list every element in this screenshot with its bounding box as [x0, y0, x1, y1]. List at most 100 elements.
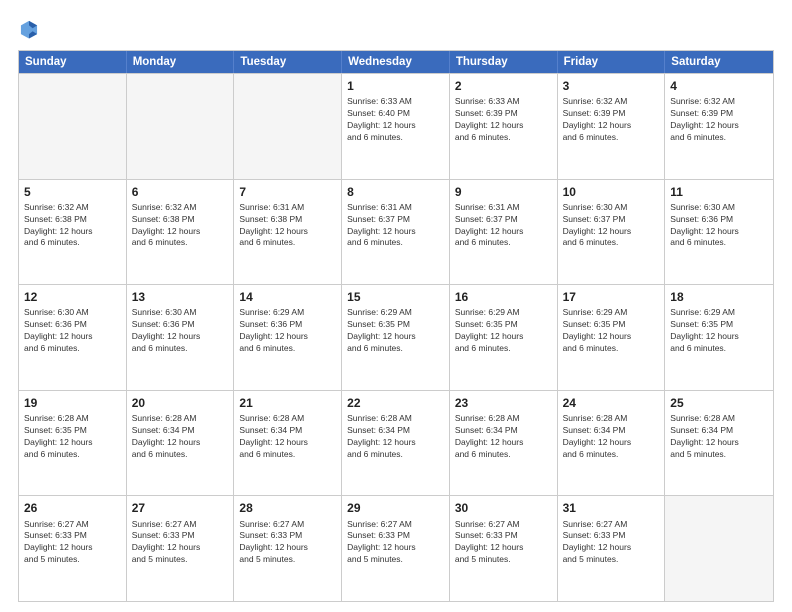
day-info: Sunrise: 6:29 AM Sunset: 6:35 PM Dayligh…: [563, 307, 660, 355]
calendar-week: 5 Sunrise: 6:32 AM Sunset: 6:38 PM Daylig…: [19, 179, 773, 285]
day-cell: 7 Sunrise: 6:31 AM Sunset: 6:38 PM Daylig…: [234, 180, 342, 285]
day-number: 10: [563, 184, 660, 200]
logo-icon: [18, 18, 40, 40]
day-cell: 29 Sunrise: 6:27 AM Sunset: 6:33 PM Dayli…: [342, 496, 450, 601]
day-cell: 1Sunrise: 6:33 AM Sunset: 6:40 PM Daylig…: [342, 74, 450, 179]
day-number: 31: [563, 500, 660, 516]
day-info: Sunrise: 6:31 AM Sunset: 6:37 PM Dayligh…: [455, 202, 552, 250]
day-number: 17: [563, 289, 660, 305]
day-number: 24: [563, 395, 660, 411]
day-cell: 31 Sunrise: 6:27 AM Sunset: 6:33 PM Dayli…: [558, 496, 666, 601]
day-number: 15: [347, 289, 444, 305]
day-cell: 22Sunrise: 6:28 AM Sunset: 6:34 PM Dayli…: [342, 391, 450, 496]
day-info: Sunrise: 6:28 AM Sunset: 6:34 PM Dayligh…: [563, 413, 660, 461]
day-cell: 11 Sunrise: 6:30 AM Sunset: 6:36 PM Dayli…: [665, 180, 773, 285]
day-number: 4: [670, 78, 768, 94]
day-cell: 8Sunrise: 6:31 AM Sunset: 6:37 PM Daylig…: [342, 180, 450, 285]
day-number: 25: [670, 395, 768, 411]
day-cell: 4 Sunrise: 6:32 AM Sunset: 6:39 PM Daylig…: [665, 74, 773, 179]
day-number: 5: [24, 184, 121, 200]
day-cell: 9 Sunrise: 6:31 AM Sunset: 6:37 PM Daylig…: [450, 180, 558, 285]
empty-cell: [234, 74, 342, 179]
day-info: Sunrise: 6:30 AM Sunset: 6:36 PM Dayligh…: [132, 307, 229, 355]
day-cell: 16 Sunrise: 6:29 AM Sunset: 6:35 PM Dayli…: [450, 285, 558, 390]
day-number: 16: [455, 289, 552, 305]
day-number: 3: [563, 78, 660, 94]
day-number: 20: [132, 395, 229, 411]
logo: [18, 18, 44, 40]
day-info: Sunrise: 6:29 AM Sunset: 6:35 PM Dayligh…: [670, 307, 768, 355]
day-info: Sunrise: 6:29 AM Sunset: 6:35 PM Dayligh…: [455, 307, 552, 355]
weekday-header: Wednesday: [342, 51, 450, 73]
day-number: 7: [239, 184, 336, 200]
weekday-header: Saturday: [665, 51, 773, 73]
empty-cell: [19, 74, 127, 179]
day-cell: 28 Sunrise: 6:27 AM Sunset: 6:33 PM Dayli…: [234, 496, 342, 601]
day-number: 29: [347, 500, 444, 516]
day-info: Sunrise: 6:32 AM Sunset: 6:39 PM Dayligh…: [563, 96, 660, 144]
day-info: Sunrise: 6:28 AM Sunset: 6:34 PM Dayligh…: [239, 413, 336, 461]
day-number: 2: [455, 78, 552, 94]
day-info: Sunrise: 6:33 AM Sunset: 6:39 PM Dayligh…: [455, 96, 552, 144]
day-number: 6: [132, 184, 229, 200]
day-info: Sunrise: 6:27 AM Sunset: 6:33 PM Dayligh…: [132, 519, 229, 567]
day-number: 27: [132, 500, 229, 516]
day-cell: 19Sunrise: 6:28 AM Sunset: 6:35 PM Dayli…: [19, 391, 127, 496]
day-number: 23: [455, 395, 552, 411]
day-number: 11: [670, 184, 768, 200]
calendar-week: 26 Sunrise: 6:27 AM Sunset: 6:33 PM Dayli…: [19, 495, 773, 601]
day-info: Sunrise: 6:32 AM Sunset: 6:39 PM Dayligh…: [670, 96, 768, 144]
weekday-header: Friday: [558, 51, 666, 73]
day-cell: 10 Sunrise: 6:30 AM Sunset: 6:37 PM Dayli…: [558, 180, 666, 285]
empty-cell: [127, 74, 235, 179]
calendar-week: 1Sunrise: 6:33 AM Sunset: 6:40 PM Daylig…: [19, 73, 773, 179]
day-number: 9: [455, 184, 552, 200]
day-info: Sunrise: 6:32 AM Sunset: 6:38 PM Dayligh…: [132, 202, 229, 250]
day-info: Sunrise: 6:31 AM Sunset: 6:38 PM Dayligh…: [239, 202, 336, 250]
day-number: 13: [132, 289, 229, 305]
day-number: 28: [239, 500, 336, 516]
day-cell: 13 Sunrise: 6:30 AM Sunset: 6:36 PM Dayli…: [127, 285, 235, 390]
day-number: 1: [347, 78, 444, 94]
day-info: Sunrise: 6:32 AM Sunset: 6:38 PM Dayligh…: [24, 202, 121, 250]
day-info: Sunrise: 6:29 AM Sunset: 6:36 PM Dayligh…: [239, 307, 336, 355]
day-info: Sunrise: 6:30 AM Sunset: 6:37 PM Dayligh…: [563, 202, 660, 250]
page: SundayMondayTuesdayWednesdayThursdayFrid…: [0, 0, 792, 612]
day-number: 26: [24, 500, 121, 516]
day-cell: 15 Sunrise: 6:29 AM Sunset: 6:35 PM Dayli…: [342, 285, 450, 390]
empty-cell: [665, 496, 773, 601]
calendar: SundayMondayTuesdayWednesdayThursdayFrid…: [18, 50, 774, 602]
day-cell: 17 Sunrise: 6:29 AM Sunset: 6:35 PM Dayli…: [558, 285, 666, 390]
day-cell: 30Sunrise: 6:27 AM Sunset: 6:33 PM Dayli…: [450, 496, 558, 601]
day-number: 14: [239, 289, 336, 305]
day-info: Sunrise: 6:28 AM Sunset: 6:34 PM Dayligh…: [347, 413, 444, 461]
day-cell: 26 Sunrise: 6:27 AM Sunset: 6:33 PM Dayli…: [19, 496, 127, 601]
day-info: Sunrise: 6:28 AM Sunset: 6:34 PM Dayligh…: [670, 413, 768, 461]
day-cell: 14 Sunrise: 6:29 AM Sunset: 6:36 PM Dayli…: [234, 285, 342, 390]
day-number: 19: [24, 395, 121, 411]
day-cell: 5 Sunrise: 6:32 AM Sunset: 6:38 PM Daylig…: [19, 180, 127, 285]
day-info: Sunrise: 6:27 AM Sunset: 6:33 PM Dayligh…: [239, 519, 336, 567]
day-number: 18: [670, 289, 768, 305]
day-cell: 6 Sunrise: 6:32 AM Sunset: 6:38 PM Daylig…: [127, 180, 235, 285]
header: [18, 18, 774, 40]
calendar-week: 12Sunrise: 6:30 AM Sunset: 6:36 PM Dayli…: [19, 284, 773, 390]
day-info: Sunrise: 6:27 AM Sunset: 6:33 PM Dayligh…: [347, 519, 444, 567]
day-info: Sunrise: 6:29 AM Sunset: 6:35 PM Dayligh…: [347, 307, 444, 355]
day-cell: 3 Sunrise: 6:32 AM Sunset: 6:39 PM Daylig…: [558, 74, 666, 179]
day-cell: 2 Sunrise: 6:33 AM Sunset: 6:39 PM Daylig…: [450, 74, 558, 179]
day-number: 8: [347, 184, 444, 200]
day-info: Sunrise: 6:28 AM Sunset: 6:34 PM Dayligh…: [455, 413, 552, 461]
day-cell: 18 Sunrise: 6:29 AM Sunset: 6:35 PM Dayli…: [665, 285, 773, 390]
weekday-header: Thursday: [450, 51, 558, 73]
calendar-body: 1Sunrise: 6:33 AM Sunset: 6:40 PM Daylig…: [19, 73, 773, 601]
calendar-week: 19Sunrise: 6:28 AM Sunset: 6:35 PM Dayli…: [19, 390, 773, 496]
day-info: Sunrise: 6:28 AM Sunset: 6:34 PM Dayligh…: [132, 413, 229, 461]
day-info: Sunrise: 6:27 AM Sunset: 6:33 PM Dayligh…: [563, 519, 660, 567]
day-cell: 25 Sunrise: 6:28 AM Sunset: 6:34 PM Dayli…: [665, 391, 773, 496]
weekday-header: Tuesday: [234, 51, 342, 73]
day-cell: 21Sunrise: 6:28 AM Sunset: 6:34 PM Dayli…: [234, 391, 342, 496]
day-info: Sunrise: 6:27 AM Sunset: 6:33 PM Dayligh…: [24, 519, 121, 567]
day-info: Sunrise: 6:30 AM Sunset: 6:36 PM Dayligh…: [670, 202, 768, 250]
day-info: Sunrise: 6:30 AM Sunset: 6:36 PM Dayligh…: [24, 307, 121, 355]
